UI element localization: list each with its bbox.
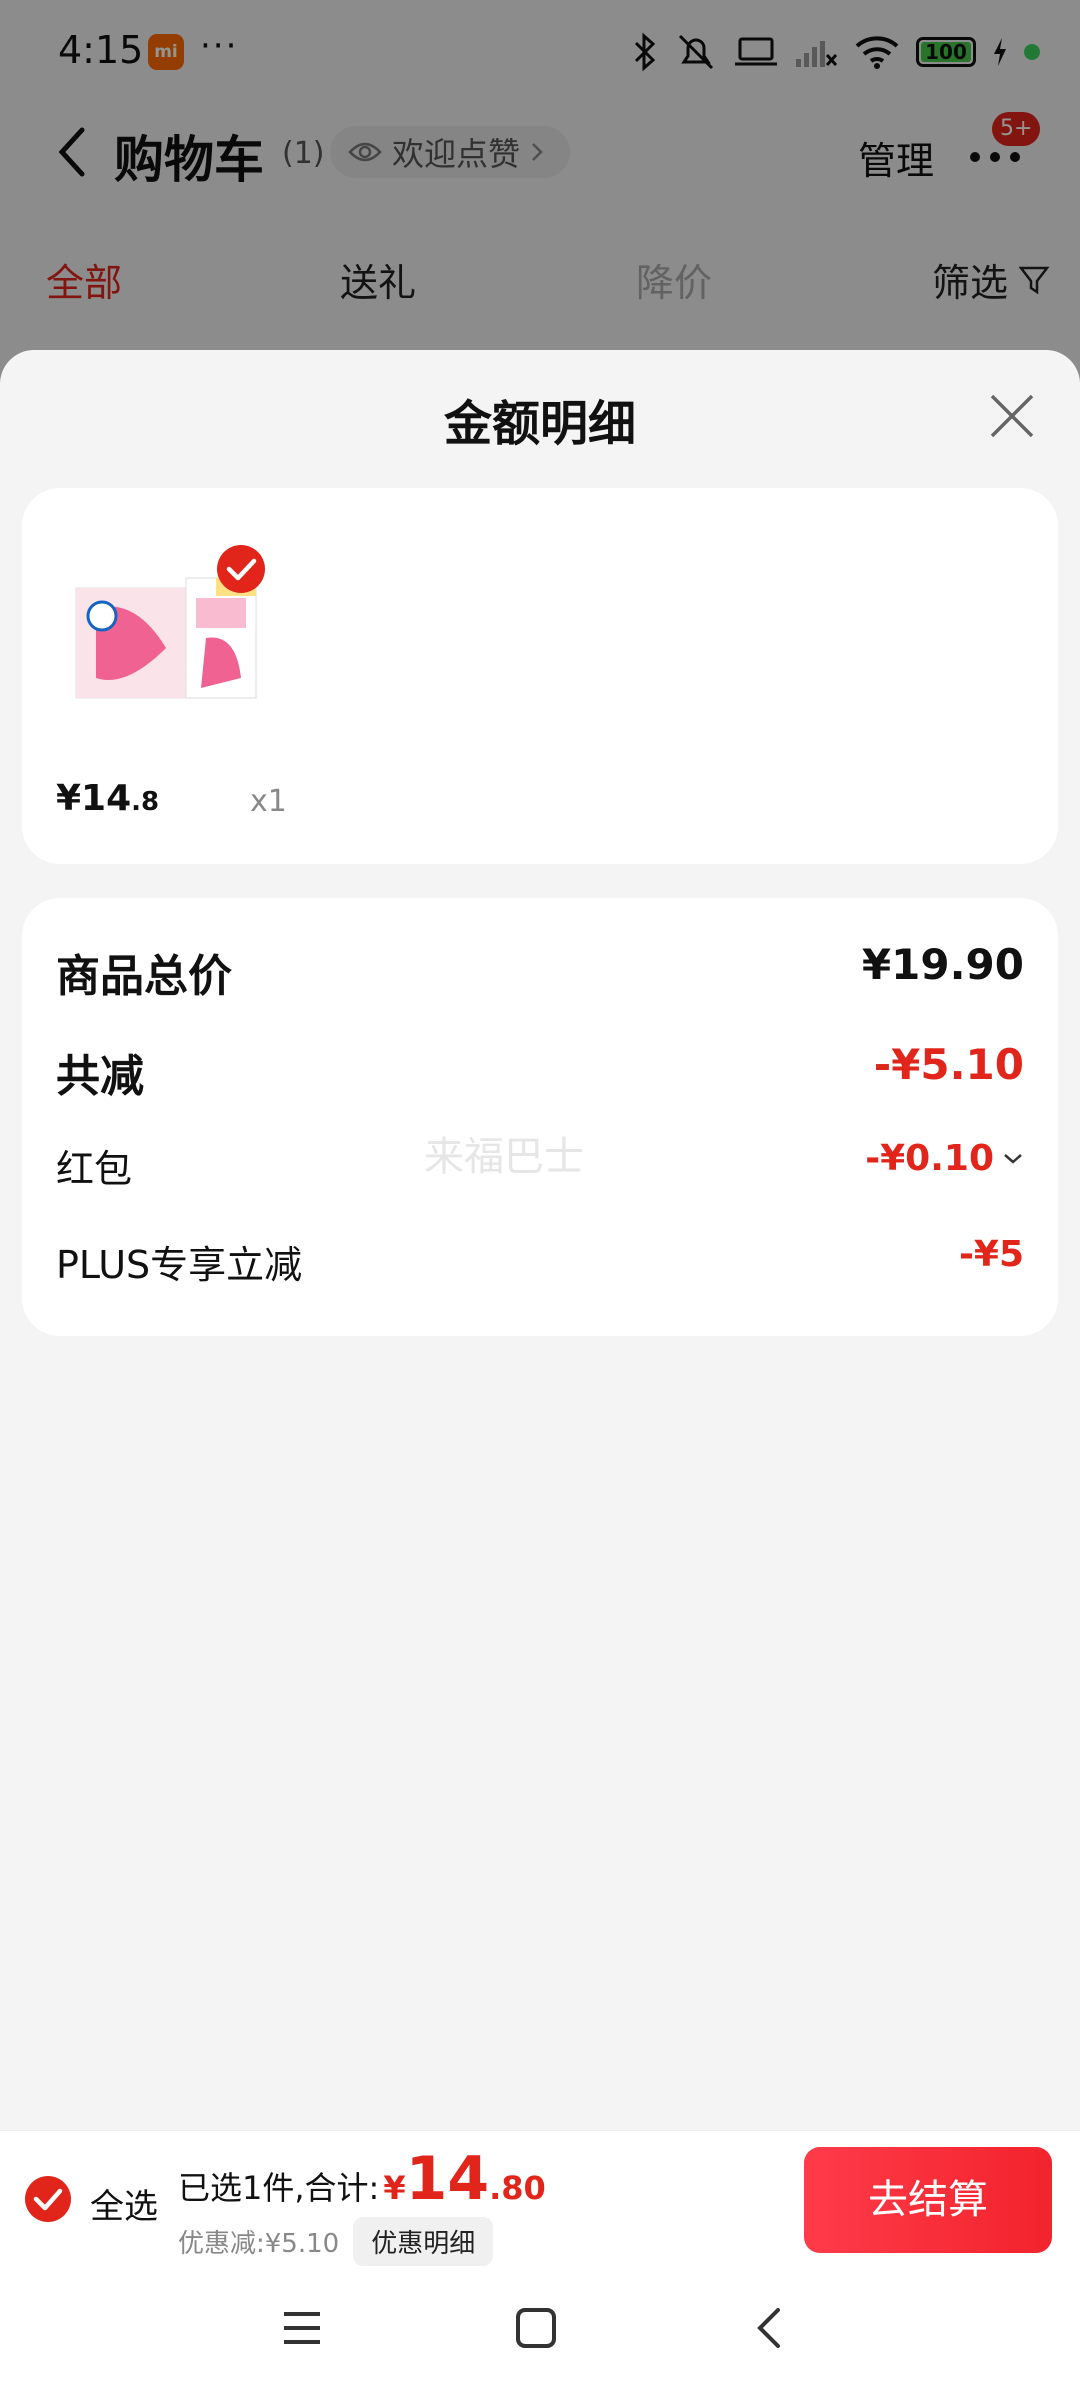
- checkout-bar: 全选 已选1件,合计: ¥ 14 .80 优惠减:¥5.10 优惠明细 去结算: [0, 2130, 1080, 2271]
- product-selected-check-icon[interactable]: [216, 544, 266, 594]
- product-price: ¥14.8: [56, 778, 160, 819]
- discount-amount: 优惠减:¥5.10: [178, 2229, 340, 2259]
- selected-summary: 已选1件,合计:: [178, 2169, 380, 2207]
- select-all-check-icon[interactable]: [24, 2175, 72, 2223]
- total-amount-decimal: .80: [489, 2169, 546, 2207]
- checkout-button[interactable]: 去结算: [804, 2147, 1052, 2253]
- total-currency: ¥: [383, 2169, 406, 2207]
- total-price-value: ¥19.90: [861, 940, 1024, 989]
- system-nav-bar: [0, 2270, 1080, 2400]
- total-reduction-label: 共减: [56, 1051, 144, 1102]
- red-packet-label: 红包: [56, 1147, 133, 1191]
- total-amount-integer: 14: [405, 2144, 490, 2214]
- sheet-title: 金额明细: [443, 396, 636, 452]
- checkout-total: 已选1件,合计: ¥ 14 .80: [178, 2149, 546, 2209]
- chevron-down-icon: [1004, 1153, 1022, 1164]
- total-price-label: 商品总价: [56, 951, 232, 1002]
- discount-detail-button[interactable]: 优惠明细: [353, 2217, 494, 2266]
- close-icon[interactable]: [984, 388, 1040, 444]
- plus-discount-row: PLUS专享立减 -¥5: [56, 1234, 1024, 1304]
- red-packet-value[interactable]: -¥0.10: [865, 1138, 1024, 1179]
- home-icon[interactable]: [514, 2306, 558, 2350]
- watermark: 来福巴士: [424, 1134, 584, 1180]
- total-reduction-row: 共减 -¥5.10: [56, 1040, 1024, 1110]
- amount-detail-sheet: 金额明细 ¥14.8 x1 商品总价 ¥19.90 共减 -¥5.10 红包 -…: [0, 350, 1080, 2130]
- plus-discount-value: -¥5: [958, 1234, 1024, 1275]
- back-nav-icon[interactable]: [748, 2306, 792, 2350]
- price-summary-card: 商品总价 ¥19.90 共减 -¥5.10 红包 -¥0.10 PLUS专享立减…: [22, 898, 1058, 1336]
- discount-line: 优惠减:¥5.10 优惠明细: [178, 2217, 494, 2266]
- select-all-label[interactable]: 全选: [90, 2179, 158, 2228]
- menu-icon[interactable]: [280, 2306, 324, 2350]
- plus-discount-label: PLUS专享立减: [56, 1243, 303, 1287]
- product-quantity: x1: [250, 784, 287, 819]
- product-card: ¥14.8 x1: [22, 488, 1058, 864]
- total-price-row: 商品总价 ¥19.90: [56, 940, 1024, 1010]
- total-reduction-value: -¥5.10: [873, 1040, 1024, 1089]
